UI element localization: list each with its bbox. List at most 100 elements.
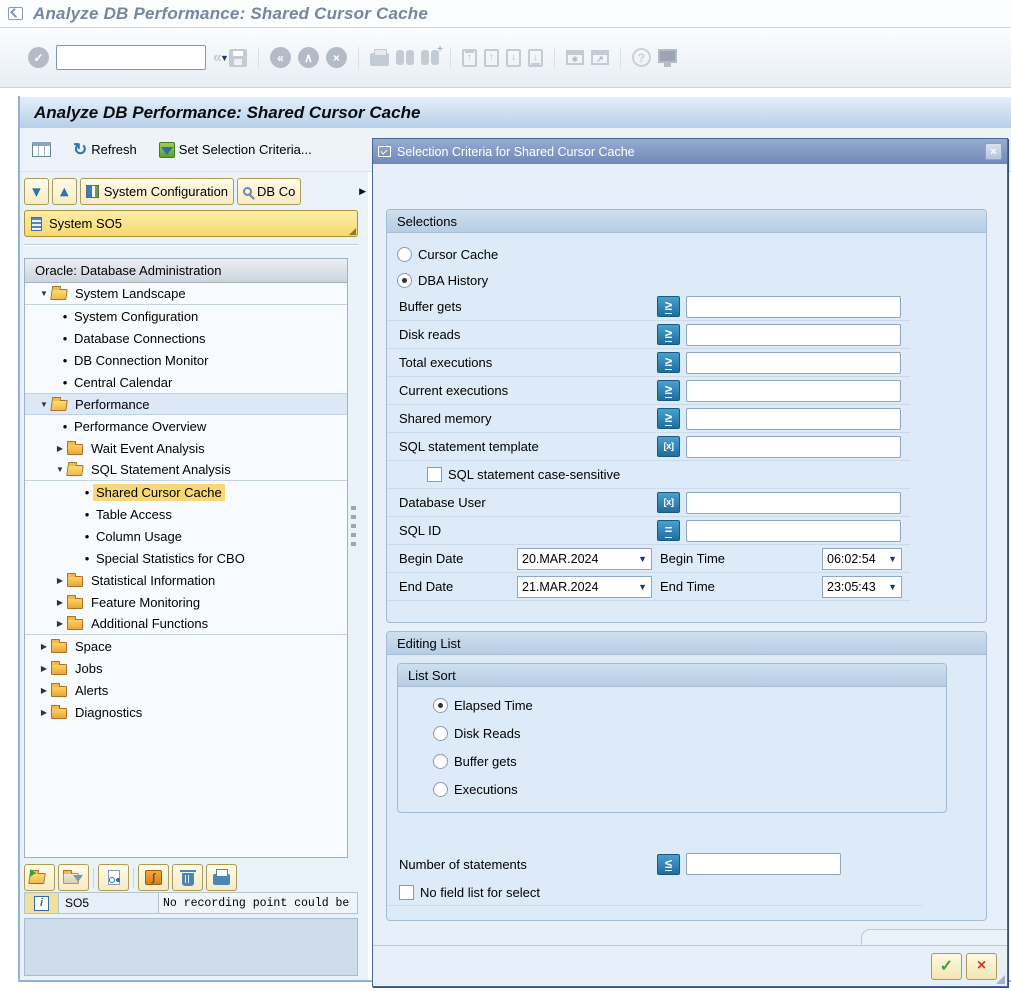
back-icon[interactable]: « (270, 47, 291, 68)
tree-item-label[interactable]: System Landscape (72, 285, 189, 302)
tree-closed-icon[interactable]: ▶ (37, 642, 51, 651)
database-user-input[interactable] (686, 492, 901, 514)
tree-item-label[interactable]: System Configuration (71, 308, 201, 325)
tree-item-database-connections[interactable]: • Database Connections (25, 327, 347, 349)
sort-descending-button[interactable]: ▼ (24, 178, 49, 205)
dba-history-option[interactable]: DBA History (387, 267, 986, 293)
case-sensitive-checkbox[interactable] (427, 467, 442, 482)
toolbar-overflow-icon[interactable]: ▶ (359, 186, 366, 197)
tree-item-special-statistics-for-cbo[interactable]: • Special Statistics for CBO (25, 547, 347, 569)
enter-icon[interactable]: ✓ (28, 47, 49, 68)
first-page-icon[interactable]: ↑ (462, 49, 477, 67)
collapse-toolbar-icon[interactable]: « (213, 49, 222, 67)
tree-item-label[interactable]: Column Usage (93, 528, 185, 545)
system-selector[interactable]: System SO5 (24, 210, 358, 237)
tree-item-label[interactable]: Performance Overview (71, 418, 209, 435)
set-selection-criteria-button[interactable]: Set Selection Criteria... (155, 140, 316, 160)
tree-closed-icon[interactable]: ▶ (53, 598, 67, 607)
find-icon[interactable] (396, 50, 404, 65)
case-sensitive-row[interactable]: SQL statement case-sensitive (387, 461, 910, 489)
dropdown-icon[interactable]: ▼ (635, 582, 647, 592)
tree-item-label[interactable]: Performance (72, 396, 152, 413)
log-button[interactable]: ∫ (138, 864, 169, 891)
resize-grip[interactable] (996, 975, 1005, 984)
command-field[interactable]: ▼ (56, 45, 206, 70)
tree-item-diagnostics[interactable]: ▶ Diagnostics (25, 701, 347, 723)
end-time-field[interactable]: 23:05:43 ▼ (822, 576, 902, 598)
tree-open-icon[interactable]: ▼ (53, 465, 67, 474)
tree-closed-icon[interactable]: ▶ (37, 664, 51, 673)
tree-closed-icon[interactable]: ▶ (53, 444, 67, 453)
elapsed-time-radio[interactable] (433, 698, 448, 713)
tree-item-feature-monitoring[interactable]: ▶ Feature Monitoring (25, 591, 347, 613)
tree-item-label[interactable]: Alerts (72, 682, 111, 699)
tree-open-icon[interactable]: ▼ (37, 400, 51, 409)
sort-ascending-button[interactable]: ▲ (52, 178, 77, 205)
tree-item-label[interactable]: Jobs (72, 660, 105, 677)
new-session-icon[interactable]: ∗ (566, 50, 584, 65)
command-input[interactable] (57, 46, 220, 69)
expand-messages-button[interactable] (24, 864, 55, 891)
greater-equal-icon[interactable]: ≥ (657, 408, 680, 429)
tree-item-label-selected[interactable]: Shared Cursor Cache (93, 484, 225, 501)
begin-time-field[interactable]: 06:02:54 ▼ (822, 548, 902, 570)
delete-button[interactable] (172, 864, 203, 891)
last-page-icon[interactable]: ↓ (528, 49, 543, 67)
dropdown-icon[interactable]: ▼ (885, 554, 897, 564)
shared-memory-input[interactable] (686, 408, 901, 430)
page-up-icon[interactable]: ↑ (484, 49, 499, 67)
up-icon[interactable]: ∧ (298, 47, 319, 68)
dropdown-icon[interactable]: ▼ (885, 582, 897, 592)
tree-open-icon[interactable]: ▼ (37, 289, 51, 298)
tree-item-system-configuration[interactable]: • System Configuration (25, 305, 347, 327)
print-icon[interactable] (370, 53, 389, 66)
begin-date-field[interactable]: 20.MAR.2024 ▼ (517, 548, 652, 570)
greater-equal-icon[interactable]: ≥ (657, 380, 680, 401)
tree-item-performance[interactable]: ▼ Performance (25, 393, 347, 415)
exit-icon[interactable]: × (326, 47, 347, 68)
tree-item-performance-overview[interactable]: • Performance Overview (25, 415, 347, 437)
tree-closed-icon[interactable]: ▶ (53, 576, 67, 585)
page-down-icon[interactable]: ↓ (506, 49, 521, 67)
end-date-field[interactable]: 21.MAR.2024 ▼ (517, 576, 652, 598)
elapsed-time-option[interactable]: Elapsed Time (398, 691, 946, 719)
dropdown-icon[interactable]: ▼ (635, 554, 647, 564)
tree-item-space[interactable]: ▶ Space (25, 635, 347, 657)
display-details-button[interactable] (98, 864, 129, 891)
layout-button[interactable] (28, 140, 55, 159)
help-icon[interactable]: ? (632, 48, 651, 67)
disk-reads-radio[interactable] (433, 726, 448, 741)
pattern-icon[interactable]: [x] (657, 436, 680, 457)
tree-item-label[interactable]: Statistical Information (88, 572, 218, 589)
confirm-button[interactable]: ✓ (931, 953, 962, 980)
tree-item-label[interactable]: DB Connection Monitor (71, 352, 211, 369)
tree-item-label[interactable]: SQL Statement Analysis (88, 461, 234, 478)
tree-item-table-access[interactable]: • Table Access (25, 503, 347, 525)
cursor-cache-option[interactable]: Cursor Cache (387, 241, 986, 267)
buffer-gets-radio[interactable] (433, 754, 448, 769)
tree-item-label[interactable]: Diagnostics (72, 704, 145, 721)
message-row[interactable]: i SO5 No recording point could be foun (24, 892, 358, 914)
tree-item-wait-event-analysis[interactable]: ▶ Wait Event Analysis (25, 437, 347, 459)
tree-item-sql-statement-analysis[interactable]: ▼ SQL Statement Analysis (25, 459, 347, 481)
tree-item-jobs[interactable]: ▶ Jobs (25, 657, 347, 679)
refresh-button[interactable]: ↻ Refresh (69, 140, 141, 159)
buffer-gets-input[interactable] (686, 296, 901, 318)
find-next-icon[interactable] (421, 50, 429, 65)
tree-item-statistical-information[interactable]: ▶ Statistical Information (25, 569, 347, 591)
no-field-list-checkbox[interactable] (399, 885, 414, 900)
tree-item-label[interactable]: Feature Monitoring (88, 594, 203, 611)
save-icon[interactable] (229, 49, 247, 67)
greater-equal-icon[interactable]: ≥ (657, 324, 680, 345)
sql-statement-template-input[interactable] (686, 436, 901, 458)
tree-item-label[interactable]: Space (72, 638, 115, 655)
tree-item-label[interactable]: Database Connections (71, 330, 209, 347)
pattern-icon[interactable]: [x] (657, 492, 680, 513)
tree-item-column-usage[interactable]: • Column Usage (25, 525, 347, 547)
no-field-list-row[interactable]: No field list for select (387, 880, 922, 906)
create-shortcut-icon[interactable]: ↗ (591, 50, 609, 65)
executions-option[interactable]: Executions (398, 775, 946, 803)
tree-item-system-landscape[interactable]: ▼ System Landscape (25, 283, 347, 305)
tree-item-shared-cursor-cache[interactable]: • Shared Cursor Cache (25, 481, 347, 503)
tree-item-label[interactable]: Central Calendar (71, 374, 175, 391)
